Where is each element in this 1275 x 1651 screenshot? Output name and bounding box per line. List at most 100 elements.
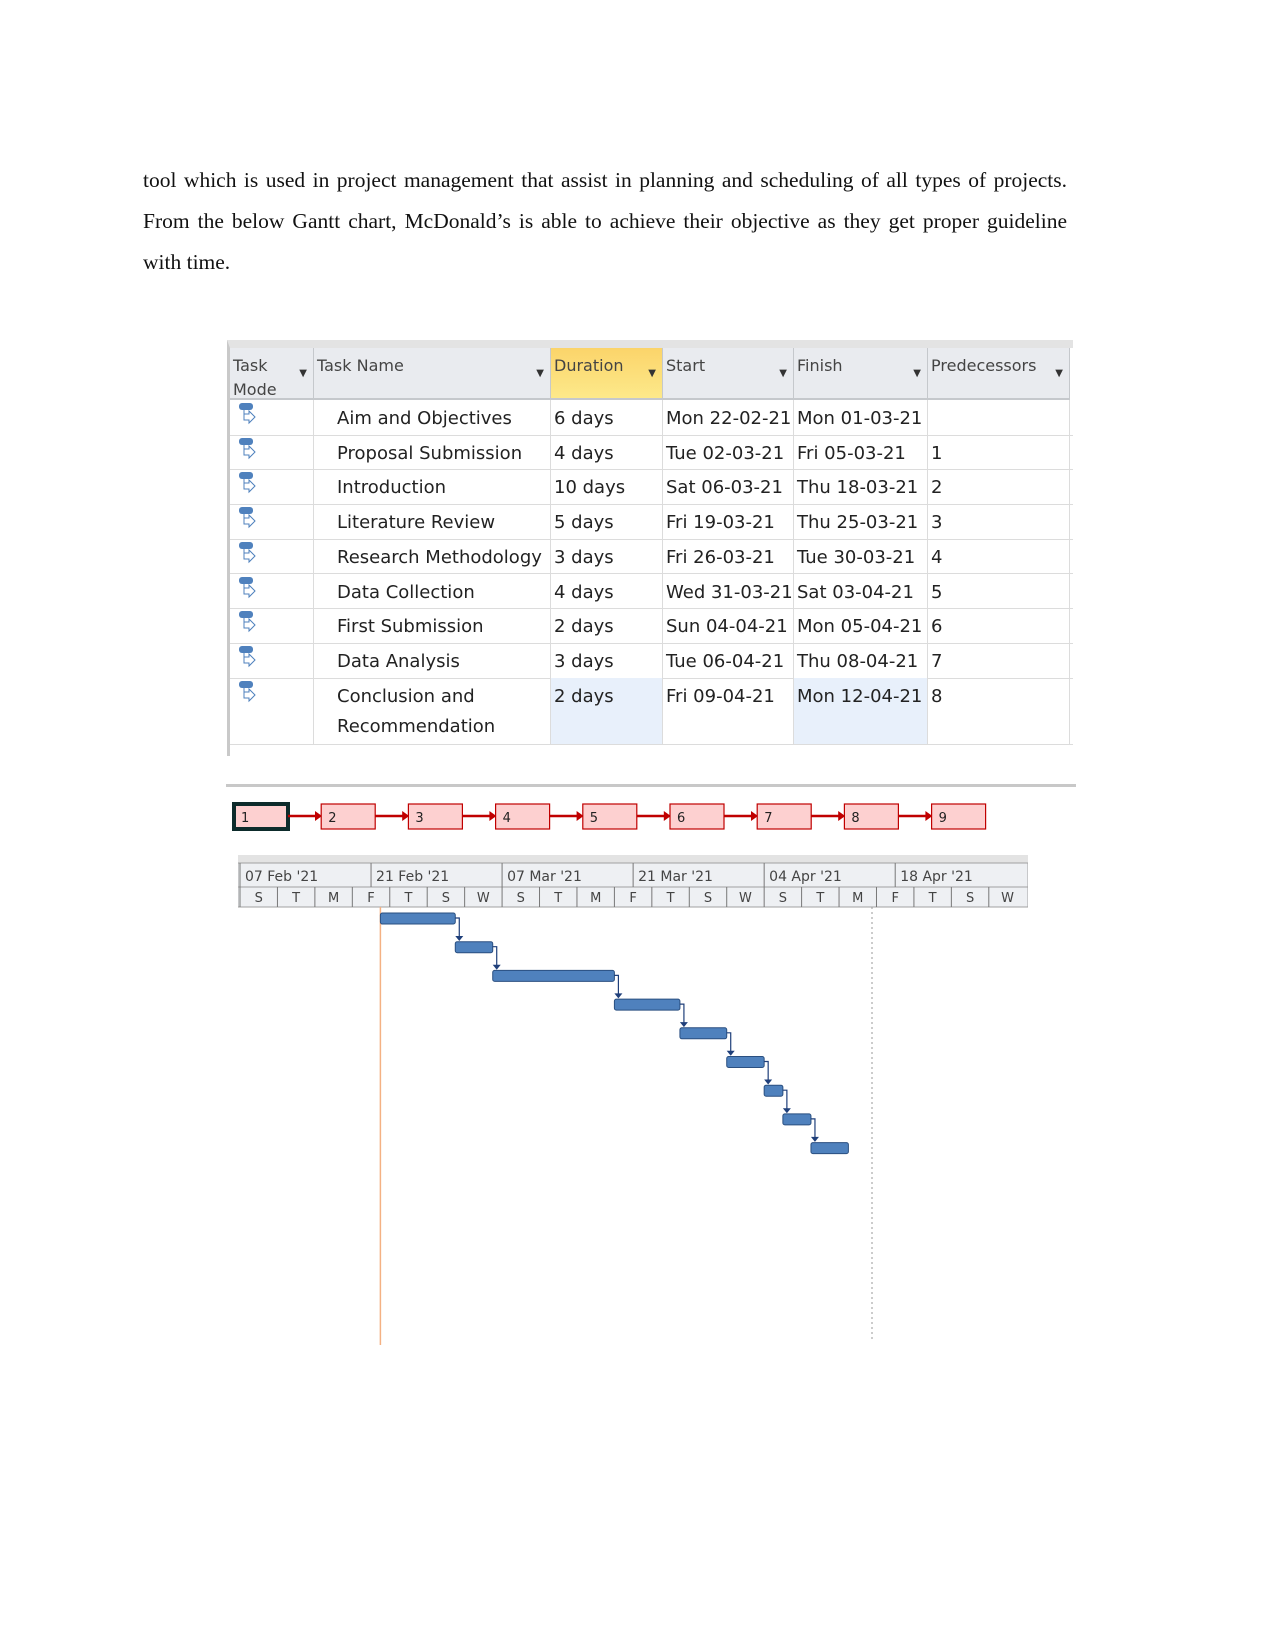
column-header-predecessors[interactable]: Predecessors ▼ [928, 348, 1070, 400]
cell-duration: 3 days [551, 538, 663, 574]
timescale-minor-label: T [291, 891, 300, 906]
dependency-link [455, 917, 460, 939]
column-header-start[interactable]: Start ▼ [663, 348, 794, 400]
cell-start: Fri 19-03-21 [663, 504, 794, 539]
auto-scheduled-task-icon [239, 472, 256, 494]
cell-start: Sat 06-03-21 [663, 469, 794, 505]
dependency-arrow-icon [726, 1050, 735, 1056]
gantt-bar [679, 1027, 728, 1040]
task-table: Task Mode ▼ Task Name ▼ Duration ▼ Start ▼ Finis… [227, 340, 1073, 756]
column-header-label: Task Name [317, 356, 404, 375]
auto-scheduled-task-icon [239, 645, 256, 668]
task-mode-cell [230, 434, 314, 470]
timescale-major-label: 04 Apr '21 [769, 869, 842, 885]
timescale-minor-label: S [966, 891, 974, 906]
table-row[interactable]: Aim and Objectives 6 days Mon 22-02-21 Mon … [230, 400, 1073, 436]
network-node-label: 7 [764, 811, 772, 826]
task-mode-cell [230, 504, 314, 539]
table-row[interactable]: Introduction 10 days Sat 06-03-21 Thu 18-03… [230, 469, 1073, 506]
cell-duration: 4 days [551, 434, 663, 470]
timescale-minor-label: F [367, 891, 374, 906]
column-header-label: Predecessors [931, 356, 1037, 375]
document-page: tool which is used in project management… [0, 0, 1275, 1651]
dependency-link [614, 974, 619, 997]
cell-start: Mon 22-02-21 [663, 400, 794, 435]
column-header-label: Start [666, 356, 706, 375]
timescale-minor-label: S [704, 891, 712, 906]
cell-duration: 2 days [551, 677, 663, 744]
column-header-label: Duration [554, 356, 624, 375]
network-node-label: 6 [677, 811, 685, 826]
timescale-minor-label: F [891, 891, 898, 906]
timescale-minor-label: T [553, 891, 562, 906]
cell-finish: Mon 12-04-21 [794, 677, 928, 744]
cell-duration: 6 days [551, 400, 663, 435]
cell-pred: 5 [928, 573, 1070, 609]
cell-start: Tue 02-03-21 [663, 434, 794, 470]
gantt-bar [613, 998, 681, 1011]
network-node-label: 3 [415, 811, 423, 826]
cell-pred: 6 [928, 608, 1070, 643]
cell-name: Aim and Objectives [314, 400, 551, 435]
auto-scheduled-task-icon [239, 437, 256, 459]
table-row[interactable]: First Submission 2 days Sun 04-04-21 Mon 05… [230, 608, 1073, 644]
cell-finish: Thu 18-03-21 [794, 469, 928, 505]
cell-pred: 1 [928, 434, 1070, 470]
table-row[interactable]: Data Analysis 3 days Tue 06-04-21 Thu 08-04… [230, 642, 1073, 679]
cell-duration: 5 days [551, 504, 663, 539]
dropdown-arrow-icon[interactable]: ▼ [648, 362, 656, 386]
dropdown-arrow-icon[interactable]: ▼ [1055, 362, 1063, 386]
gantt-bar [782, 1113, 812, 1126]
cell-start: Wed 31-03-21 [663, 573, 794, 609]
cell-name: Research Methodology [314, 538, 551, 574]
table-row[interactable]: Literature Review 5 days Fri 19-03-21 Thu 2… [230, 504, 1073, 540]
cell-finish: Thu 25-03-21 [794, 504, 928, 539]
cell-pred [928, 400, 1070, 435]
cell-pred: 4 [928, 538, 1070, 574]
auto-scheduled-task-icon [239, 680, 256, 702]
dropdown-arrow-icon[interactable]: ▼ [536, 362, 544, 386]
column-header-finish[interactable]: Finish ▼ [794, 348, 928, 400]
cell-start: Tue 06-04-21 [663, 642, 794, 678]
column-header-task-mode[interactable]: Task Mode ▼ [230, 348, 314, 400]
gantt-bar [726, 1056, 765, 1068]
column-header-duration[interactable]: Duration ▼ [551, 348, 663, 400]
network-node-label: 5 [590, 811, 598, 826]
table-row[interactable]: Data Collection 4 days Wed 31-03-21 Sat 03-… [230, 573, 1073, 610]
dependency-arrow-icon [614, 993, 623, 999]
dropdown-arrow-icon[interactable]: ▼ [913, 362, 921, 386]
cell-name: First Submission [314, 608, 551, 643]
cell-finish: Mon 01-03-21 [794, 400, 928, 435]
pane-divider [226, 784, 1076, 787]
gantt-bar [492, 969, 615, 982]
timescale-minor-label: S [255, 891, 263, 906]
cell-name: Proposal Submission [314, 434, 551, 470]
cell-name: Data Analysis [314, 642, 551, 678]
dependency-arrow-icon [764, 1079, 773, 1085]
cell-duration: 3 days [551, 642, 663, 678]
timescale-major-label: 18 Apr '21 [900, 869, 973, 885]
task-mode-cell [230, 400, 314, 435]
cell-duration: 10 days [551, 469, 663, 505]
timescale-major-label: 07 Mar '21 [507, 869, 582, 885]
dropdown-arrow-icon[interactable]: ▼ [299, 362, 307, 386]
network-diagram: 1 2 3 4 5 6 7 8 9 [232, 802, 987, 831]
cell-duration: 4 days [551, 573, 663, 609]
cell-finish: Thu 08-04-21 [794, 642, 928, 678]
table-row[interactable]: Proposal Submission 4 days Tue 02-03-21 Fri… [230, 434, 1073, 471]
cell-duration: 2 days [551, 608, 663, 643]
task-name-line: Conclusion and [337, 685, 475, 707]
task-mode-cell [230, 608, 314, 643]
column-header-task-name[interactable]: Task Name ▼ [314, 348, 551, 400]
dropdown-arrow-icon[interactable]: ▼ [779, 362, 787, 386]
network-node-label: 9 [939, 811, 947, 826]
table-row[interactable]: Research Methodology 3 days Fri 26-03-21 Tu… [230, 538, 1073, 575]
task-mode-cell [230, 642, 314, 678]
timescale-minor-label: M [590, 891, 601, 906]
timescale-major-label: 07 Feb '21 [245, 869, 318, 885]
dependency-arrow-icon [810, 1136, 819, 1142]
table-row[interactable]: Conclusion and Recommendation 2 days Fri 09… [230, 677, 1073, 745]
dependency-arrow-icon [492, 964, 501, 970]
dependency-link [764, 1060, 769, 1083]
timescale-top-band [238, 855, 1028, 863]
